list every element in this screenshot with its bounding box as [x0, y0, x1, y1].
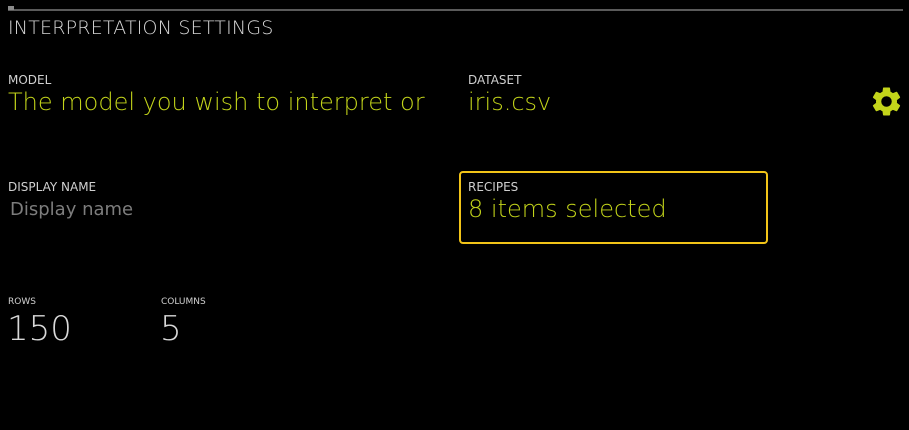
header-divider: [8, 9, 903, 11]
recipes-label: RECIPES: [468, 180, 519, 194]
columns-label: COLUMNS: [161, 297, 206, 307]
gear-icon[interactable]: [869, 84, 904, 119]
dataset-select[interactable]: iris.csv: [468, 88, 551, 116]
page-title: INTERPRETATION SETTINGS: [8, 17, 274, 39]
display-name-input[interactable]: Display name: [10, 199, 430, 220]
recipes-value: 8 items selected: [468, 195, 667, 223]
display-name-label: DISPLAY NAME: [8, 180, 97, 194]
dataset-label: DATASET: [468, 73, 522, 87]
rows-label: ROWS: [8, 297, 36, 307]
columns-value: 5: [160, 309, 182, 349]
rows-value: 150: [7, 309, 72, 349]
model-select[interactable]: The model you wish to interpret or: [8, 88, 448, 116]
model-label: MODEL: [8, 73, 52, 87]
header-tick: [8, 6, 14, 10]
